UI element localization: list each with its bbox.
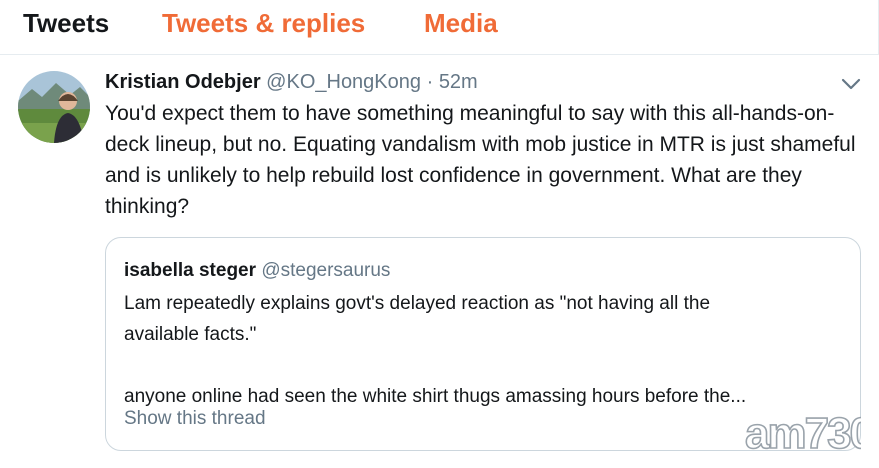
quote-text-line: available facts." xyxy=(124,324,257,345)
tab-tweets-and-replies[interactable]: Tweets & replies xyxy=(162,8,365,39)
tab-media[interactable]: Media xyxy=(424,8,498,39)
watermark-logo: am730 xyxy=(743,404,875,459)
author-name[interactable]: Kristian Odebjer xyxy=(105,71,261,93)
author-handle[interactable]: @KO_HongKong xyxy=(266,71,421,93)
tweet-text-line: deck lineup, but no. Equating vandalism … xyxy=(105,133,856,156)
tweet-text-line: You'd expect them to have something mean… xyxy=(105,102,835,125)
tweet-text-line: thinking? xyxy=(105,195,190,218)
quote-author-name: isabella steger xyxy=(124,260,257,281)
tweet-text-line: and is unlikely to help rebuild lost con… xyxy=(105,164,802,187)
quote-text-line xyxy=(124,350,844,381)
quote-text-line: Lam repeatedly explains govt's delayed r… xyxy=(124,293,711,314)
show-thread-link[interactable]: Show this thread xyxy=(124,408,266,430)
avatar-image xyxy=(18,71,90,143)
tweet-header: Kristian Odebjer @KO_HongKong · 52m xyxy=(105,71,478,94)
quote-text: Lam repeatedly explains govt's delayed r… xyxy=(124,288,844,412)
tab-tweets[interactable]: Tweets xyxy=(23,8,109,39)
quote-author-handle: @stegersaurus xyxy=(261,260,391,281)
chevron-down-icon[interactable] xyxy=(840,76,862,92)
profile-tabs: Tweets Tweets & replies Media xyxy=(0,0,879,55)
separator: · xyxy=(426,71,434,93)
avatar[interactable] xyxy=(18,71,90,143)
tweet-timestamp[interactable]: 52m xyxy=(439,71,478,93)
quote-header: isabella steger @stegersaurus xyxy=(124,260,390,282)
svg-text:am730: am730 xyxy=(745,409,861,456)
tweet-text: You'd expect them to have something mean… xyxy=(105,98,865,222)
